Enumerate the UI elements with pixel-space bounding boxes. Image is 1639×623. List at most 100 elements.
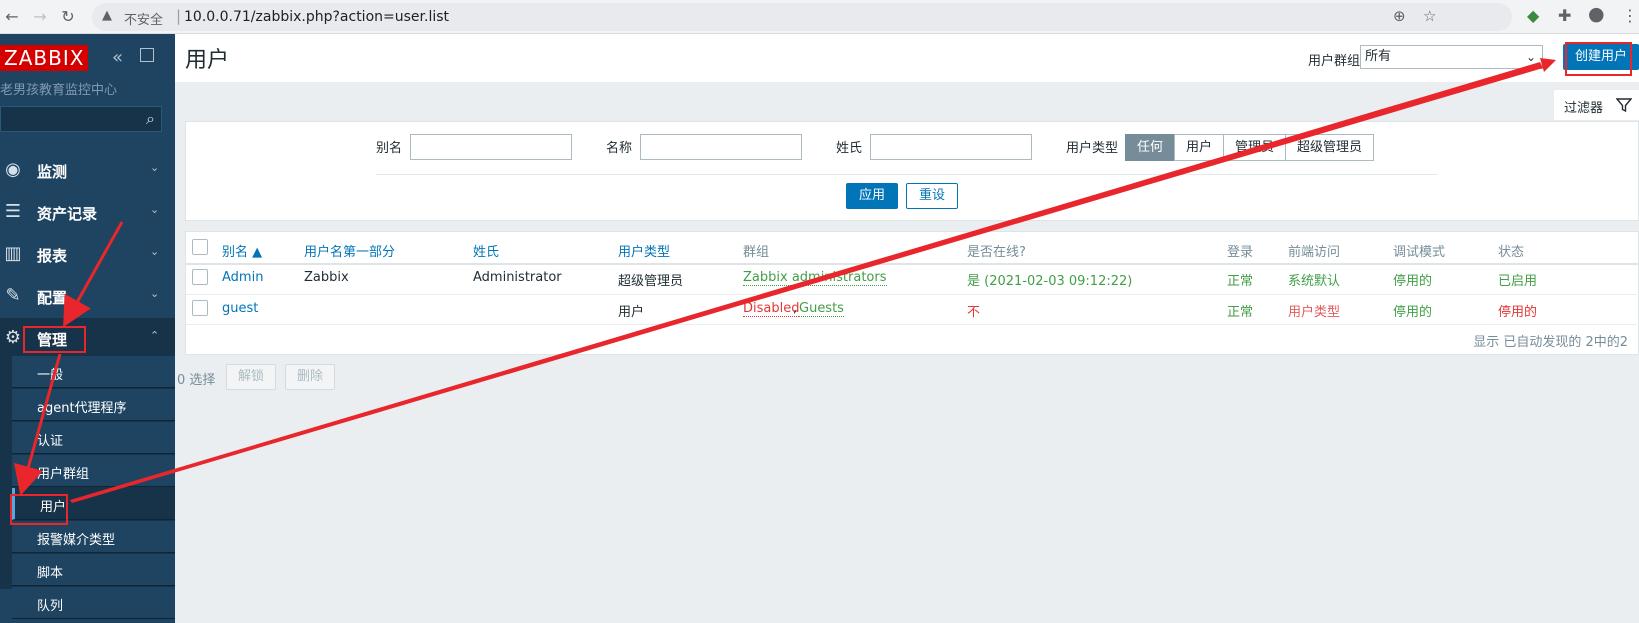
login-status: 正常 — [1227, 305, 1254, 320]
group-separator: , — [793, 301, 798, 316]
address-bar[interactable]: ▲ 不安全 | 10.0.0.71/zabbix.php?action=user… — [92, 3, 1512, 31]
collapse-sidebar-icon[interactable]: « — [112, 47, 123, 68]
menu-inventory[interactable]: ☰ 资产记录 ⌄ — [0, 192, 175, 233]
submenu-label: agent代理程序 — [37, 401, 127, 416]
menu-label: 监测 — [37, 163, 68, 181]
user-type-super-admin[interactable]: 超级管理员 — [1285, 134, 1375, 161]
zoom-icon[interactable]: ⊕ — [1393, 7, 1406, 25]
user-surname: Administrator — [473, 270, 562, 285]
selected-count: 0 选择 — [177, 373, 216, 388]
annotation-box-users — [10, 494, 68, 525]
usergroup-select[interactable]: 所有 ⌄ — [1360, 45, 1543, 69]
user-alias-link[interactable]: Admin — [222, 270, 263, 285]
menu-monitoring[interactable]: ◉ 监测 ⌄ — [0, 150, 175, 191]
chevron-down-icon: ⌄ — [150, 287, 160, 300]
submenu-general[interactable]: 一般 — [12, 356, 175, 388]
submenu-authentication[interactable]: 认证 — [12, 422, 175, 454]
menu-label: 资产记录 — [37, 205, 98, 223]
filter-tab-label: 过滤器 — [1564, 101, 1604, 116]
search-icon[interactable]: ⌕ — [146, 109, 155, 129]
main-content: 用户 用户群组 所有 ⌄ 创建用户 过滤器 别名 名称 姓氏 用户类型 任何 用… — [175, 34, 1639, 623]
filter-tab[interactable]: 过滤器 — [1554, 90, 1639, 120]
kiosk-mode-icon[interactable] — [140, 48, 154, 62]
submenu-scripts[interactable]: 脚本 — [12, 554, 175, 586]
reset-button[interactable]: 重设 — [906, 183, 958, 209]
users-table: 别名 ▲ 用户名第一部分 姓氏 用户类型 群组 是否在线? 登录 前端访问 调试… — [185, 231, 1639, 355]
alias-input[interactable] — [410, 134, 572, 160]
gear-icon: ⚙ — [4, 327, 22, 348]
user-type-any[interactable]: 任何 — [1125, 134, 1176, 161]
submenu-proxies[interactable]: agent代理程序 — [12, 389, 175, 421]
submenu-user-groups[interactable]: 用户群组 — [12, 455, 175, 487]
submenu-label: 用户群组 — [37, 467, 90, 482]
user-type-label: 用户类型 — [1066, 141, 1119, 156]
back-icon[interactable]: ← — [0, 5, 24, 29]
group-link[interactable]: Disabled — [743, 301, 800, 317]
row-checkbox[interactable] — [192, 300, 208, 316]
reload-icon[interactable]: ↻ — [56, 5, 80, 29]
administration-submenu: 一般 agent代理程序 认证 用户群组 用户 报警媒介类型 脚本 队列 — [0, 356, 175, 619]
status-link[interactable]: 已启用 — [1498, 270, 1537, 289]
surname-input[interactable] — [870, 134, 1032, 160]
url-text[interactable]: 10.0.0.71/zabbix.php?action=user.list — [184, 9, 449, 25]
apply-button[interactable]: 应用 — [846, 183, 898, 209]
star-icon[interactable]: ☆ — [1423, 7, 1436, 25]
header-divider — [186, 263, 1639, 265]
delete-button[interactable]: 删除 — [285, 364, 335, 390]
alias-label: 别名 — [376, 141, 403, 156]
kebab-menu-icon[interactable]: ⋮ — [1622, 6, 1638, 25]
extension-icon[interactable]: ◆ — [1527, 6, 1539, 25]
user-type-admin[interactable]: 管理员 — [1223, 134, 1287, 161]
debug-mode-link[interactable]: 停用的 — [1393, 270, 1432, 289]
frontend-access: 系统默认 — [1288, 274, 1341, 289]
sidebar-search-input[interactable]: ⌕ — [0, 106, 162, 132]
browser-toolbar: ← → ↻ ▲ 不安全 | 10.0.0.71/zabbix.php?actio… — [0, 0, 1639, 34]
group-link[interactable]: Zabbix administrators — [743, 270, 887, 286]
row-checkbox[interactable] — [192, 269, 208, 285]
eye-icon: ◉ — [5, 159, 21, 180]
submenu-queue[interactable]: 队列 — [12, 587, 175, 619]
profile-icon[interactable]: ● — [1588, 3, 1605, 25]
frontend-access: 用户类型 — [1288, 305, 1341, 320]
list-icon: ☰ — [4, 201, 22, 222]
zabbix-logo[interactable]: ZABBIX — [0, 45, 89, 71]
chevron-up-icon: ⌃ — [150, 329, 160, 342]
column-user-type[interactable]: 用户类型 — [618, 241, 670, 260]
menu-reports[interactable]: ▥ 报表 ⌄ — [0, 234, 175, 275]
select-all-checkbox[interactable] — [192, 239, 208, 255]
submenu-label: 报警媒介类型 — [37, 533, 116, 548]
column-surname[interactable]: 姓氏 — [473, 241, 499, 260]
user-type-user[interactable]: 用户 — [1174, 134, 1225, 161]
debug-mode-link[interactable]: 停用的 — [1393, 301, 1432, 320]
submenu-label: 认证 — [37, 434, 64, 449]
filter-icon — [1616, 98, 1632, 113]
forward-icon[interactable]: → — [28, 5, 52, 29]
column-status: 状态 — [1498, 245, 1525, 260]
menu-configuration[interactable]: ✎ 配置 ⌄ — [0, 276, 175, 317]
login-status: 正常 — [1227, 274, 1254, 289]
annotation-box-admin — [23, 326, 86, 353]
column-name[interactable]: 用户名第一部分 — [304, 241, 395, 260]
status-link[interactable]: 停用的 — [1498, 301, 1537, 320]
submenu-media-types[interactable]: 报警媒介类型 — [12, 521, 175, 553]
menu-label: 报表 — [37, 247, 68, 265]
submenu-label: 队列 — [37, 599, 64, 614]
column-alias[interactable]: 别名 ▲ — [222, 241, 262, 260]
unlock-button[interactable]: 解锁 — [226, 364, 276, 390]
surname-label: 姓氏 — [836, 141, 863, 156]
group-link[interactable]: Guests — [799, 301, 844, 317]
address-separator: | — [176, 7, 182, 25]
row-divider — [186, 294, 1639, 295]
user-alias-link[interactable]: guest — [222, 301, 258, 316]
column-frontend: 前端访问 — [1288, 245, 1341, 260]
puzzle-icon[interactable]: ✚ — [1558, 6, 1571, 25]
usergroup-label: 用户群组 — [1308, 54, 1361, 69]
user-name: Zabbix — [304, 270, 349, 285]
online-status: 不 — [967, 305, 981, 320]
annotation-box-create — [1565, 42, 1632, 76]
chevron-down-icon: ⌄ — [150, 203, 160, 216]
filter-panel: 别名 名称 姓氏 用户类型 任何 用户 管理员 超级管理员 应用 重设 — [185, 121, 1639, 221]
name-input[interactable] — [640, 134, 802, 160]
security-label: 不安全 — [124, 13, 164, 28]
table-footer-count: 显示 已自动发现的 2中的2 — [1473, 335, 1628, 350]
